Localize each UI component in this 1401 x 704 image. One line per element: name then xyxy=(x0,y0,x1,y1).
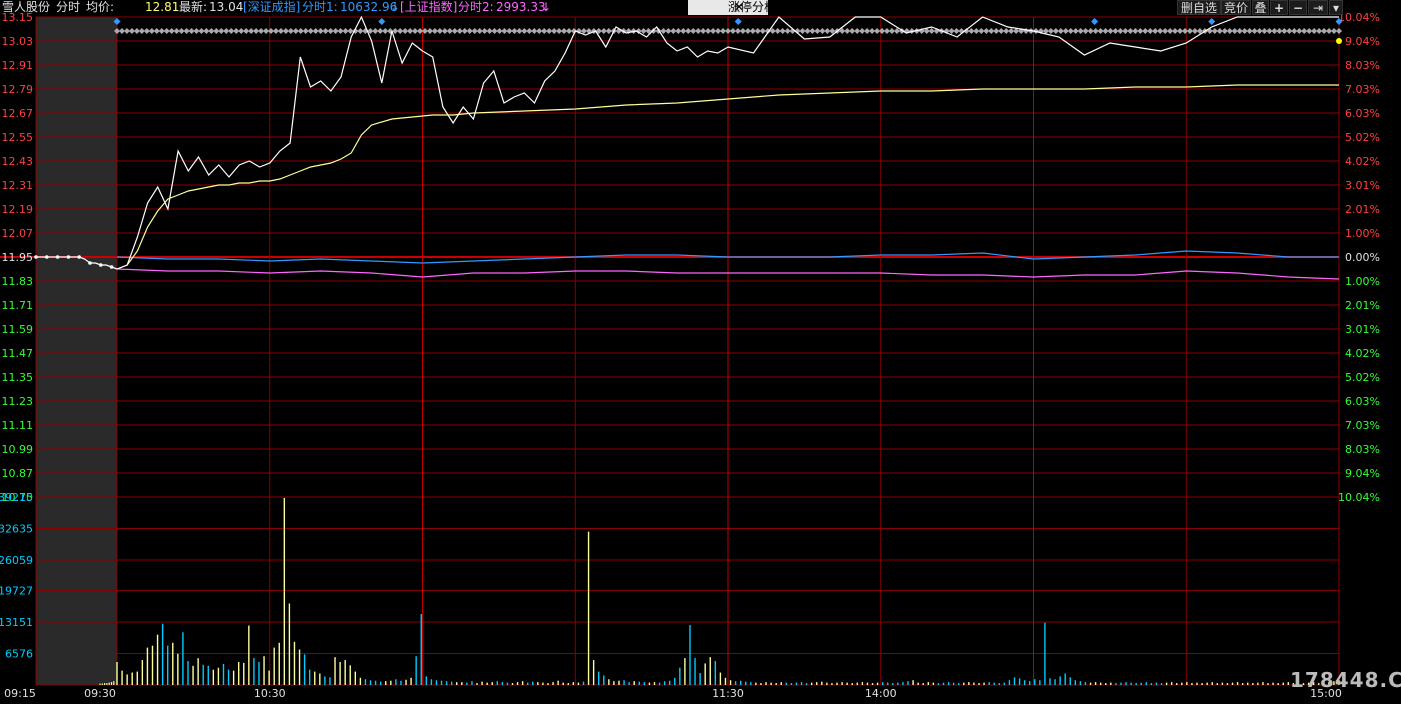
right-tick-label: 4.02% xyxy=(1345,155,1380,168)
index1-label: 分时1: xyxy=(302,0,338,14)
right-tick-label: 5.02% xyxy=(1345,131,1380,144)
stock-name[interactable]: 雪人股份 xyxy=(2,0,50,15)
index2-arrow: ↓ xyxy=(541,0,552,14)
right-tick-label: 2.01% xyxy=(1345,299,1380,312)
right-tick-label: 6.03% xyxy=(1345,395,1380,408)
avg-label: 均价: xyxy=(86,0,115,14)
right-tick-label: 10.04% xyxy=(1338,491,1380,504)
auction-price-point xyxy=(109,265,114,269)
right-tick-label: 0.00% xyxy=(1345,251,1380,264)
left-tick-label: 12.91 xyxy=(2,59,34,72)
right-tick-label: 4.02% xyxy=(1345,347,1380,360)
auction-area xyxy=(36,17,117,685)
index2-value: 2993.33 xyxy=(496,0,546,14)
left-tick-label: 12.67 xyxy=(2,107,34,120)
left-tick-label: 12.79 xyxy=(2,83,34,96)
left-tick-label: 10.99 xyxy=(2,443,34,456)
left-price-axis: 13.1513.0312.9112.7912.6712.5512.4312.31… xyxy=(2,11,34,504)
last-price-dot xyxy=(1336,38,1342,44)
right-tick-label: 3.01% xyxy=(1345,323,1380,336)
remove-watchlist-button[interactable]: 删自选 xyxy=(1177,0,1221,15)
auction-price-point xyxy=(45,255,49,259)
left-tick-label: 12.55 xyxy=(2,131,34,144)
index2-tag[interactable]: [上证指数] xyxy=(400,0,457,15)
volume-tick-label: 13151 xyxy=(0,616,33,629)
auction-price-point xyxy=(99,263,103,267)
left-tick-label: 11.95 xyxy=(2,251,34,264)
right-percent-axis: 10.04% 9.04% 8.03% 7.03% 6.03% 5.02% 4.02% 3.01… xyxy=(1338,11,1380,504)
time-tick-label: 11:30 xyxy=(712,687,744,700)
auction-price-point xyxy=(66,255,71,259)
left-tick-label: 10.87 xyxy=(2,467,34,480)
volume-tick-label: 32635 xyxy=(0,523,33,536)
right-tick-label: 3.01% xyxy=(1345,179,1380,192)
right-tick-label: 8.03% xyxy=(1345,443,1380,456)
chevron-down-icon[interactable]: ▾ xyxy=(1329,0,1343,15)
jump-end-icon[interactable]: ⇥ xyxy=(1308,0,1328,15)
limit-marker-highlight xyxy=(378,18,386,25)
auction-price-point xyxy=(34,255,38,259)
watermark-text: 178448.COM xyxy=(1290,668,1401,692)
left-tick-label: 12.31 xyxy=(2,179,34,192)
volume-bars xyxy=(99,498,1340,685)
left-tick-label: 12.19 xyxy=(2,203,34,216)
close-icon[interactable]: ✕ xyxy=(734,0,744,15)
right-tick-label: 2.01% xyxy=(1345,203,1380,216)
left-tick-label: 11.71 xyxy=(2,299,34,312)
index1-value: 10632.96 xyxy=(340,0,398,14)
right-tick-label: 8.03% xyxy=(1345,59,1380,72)
right-tick-label: 7.03% xyxy=(1345,419,1380,432)
volume-axis: 39210 32635 26059 19727 13151 6576 xyxy=(0,491,33,660)
index1-arrow: ↓ xyxy=(390,0,401,14)
left-tick-label: 11.23 xyxy=(2,395,34,408)
left-tick-label: 11.83 xyxy=(2,275,34,288)
mode-label: 分时 xyxy=(56,0,81,14)
volume-tick-label: 6576 xyxy=(5,647,33,660)
limit-marker-highlight xyxy=(734,18,742,25)
price-lines xyxy=(34,15,1340,280)
index1-tag[interactable]: [深证成指] xyxy=(243,0,300,15)
index2-label: 分时2: xyxy=(458,0,494,14)
left-tick-label: 11.35 xyxy=(2,371,34,384)
volume-tick-label: 26059 xyxy=(0,554,33,567)
right-tick-label: 7.03% xyxy=(1345,83,1380,96)
right-tick-label: 1.00% xyxy=(1345,275,1380,288)
time-axis: 09:15 09:30 10:30 11:30 14:00 15:00 xyxy=(4,687,1342,700)
volume-tick-label: 39210 xyxy=(0,491,33,504)
time-tick-label: 09:15 xyxy=(4,687,36,700)
time-tick-label: 14:00 xyxy=(865,687,897,700)
limit-marker-highlight xyxy=(1091,18,1099,25)
zoom-in-icon[interactable]: + xyxy=(1270,0,1288,15)
left-tick-label: 11.59 xyxy=(2,323,34,336)
left-tick-label: 13.03 xyxy=(2,35,34,48)
auction-price-point xyxy=(88,261,92,265)
right-tick-label: 6.03% xyxy=(1345,107,1380,120)
intraday-chart[interactable]: 13.1513.0312.9112.7912.6712.5512.4312.31… xyxy=(0,0,1401,704)
right-tick-label: 9.04% xyxy=(1345,467,1380,480)
auction-price-point xyxy=(77,255,81,259)
left-tick-label: 11.47 xyxy=(2,347,34,360)
time-tick-label: 09:30 xyxy=(84,687,116,700)
auction-button[interactable]: 竞价 xyxy=(1221,0,1251,15)
volume-tick-label: 19727 xyxy=(0,584,33,597)
right-tick-label: 1.00% xyxy=(1345,227,1380,240)
left-tick-label: 11.11 xyxy=(2,419,34,432)
limit-marker xyxy=(1336,28,1342,34)
last-label: 最新: xyxy=(179,0,208,14)
overlay-button[interactable]: 叠 xyxy=(1252,0,1269,15)
limit-analysis-tab[interactable]: 涨停分析 ✕ xyxy=(688,0,776,15)
auction-price-point xyxy=(55,255,60,259)
zoom-out-icon[interactable]: − xyxy=(1289,0,1307,15)
limit-marker-highlight xyxy=(1208,18,1216,25)
last-value: 13.04 xyxy=(209,0,244,14)
right-tick-label: 9.04% xyxy=(1345,35,1380,48)
right-tick-label: 5.02% xyxy=(1345,371,1380,384)
time-tick-label: 10:30 xyxy=(254,687,286,700)
avg-value: 12.81 xyxy=(145,0,180,14)
chart-header: 雪人股份 分时 均价: 12.81 最新: 13.04 [深证成指] 分时1: … xyxy=(0,0,1401,16)
left-tick-label: 12.07 xyxy=(2,227,34,240)
chart-grid xyxy=(0,16,1340,686)
left-tick-label: 12.43 xyxy=(2,155,34,168)
